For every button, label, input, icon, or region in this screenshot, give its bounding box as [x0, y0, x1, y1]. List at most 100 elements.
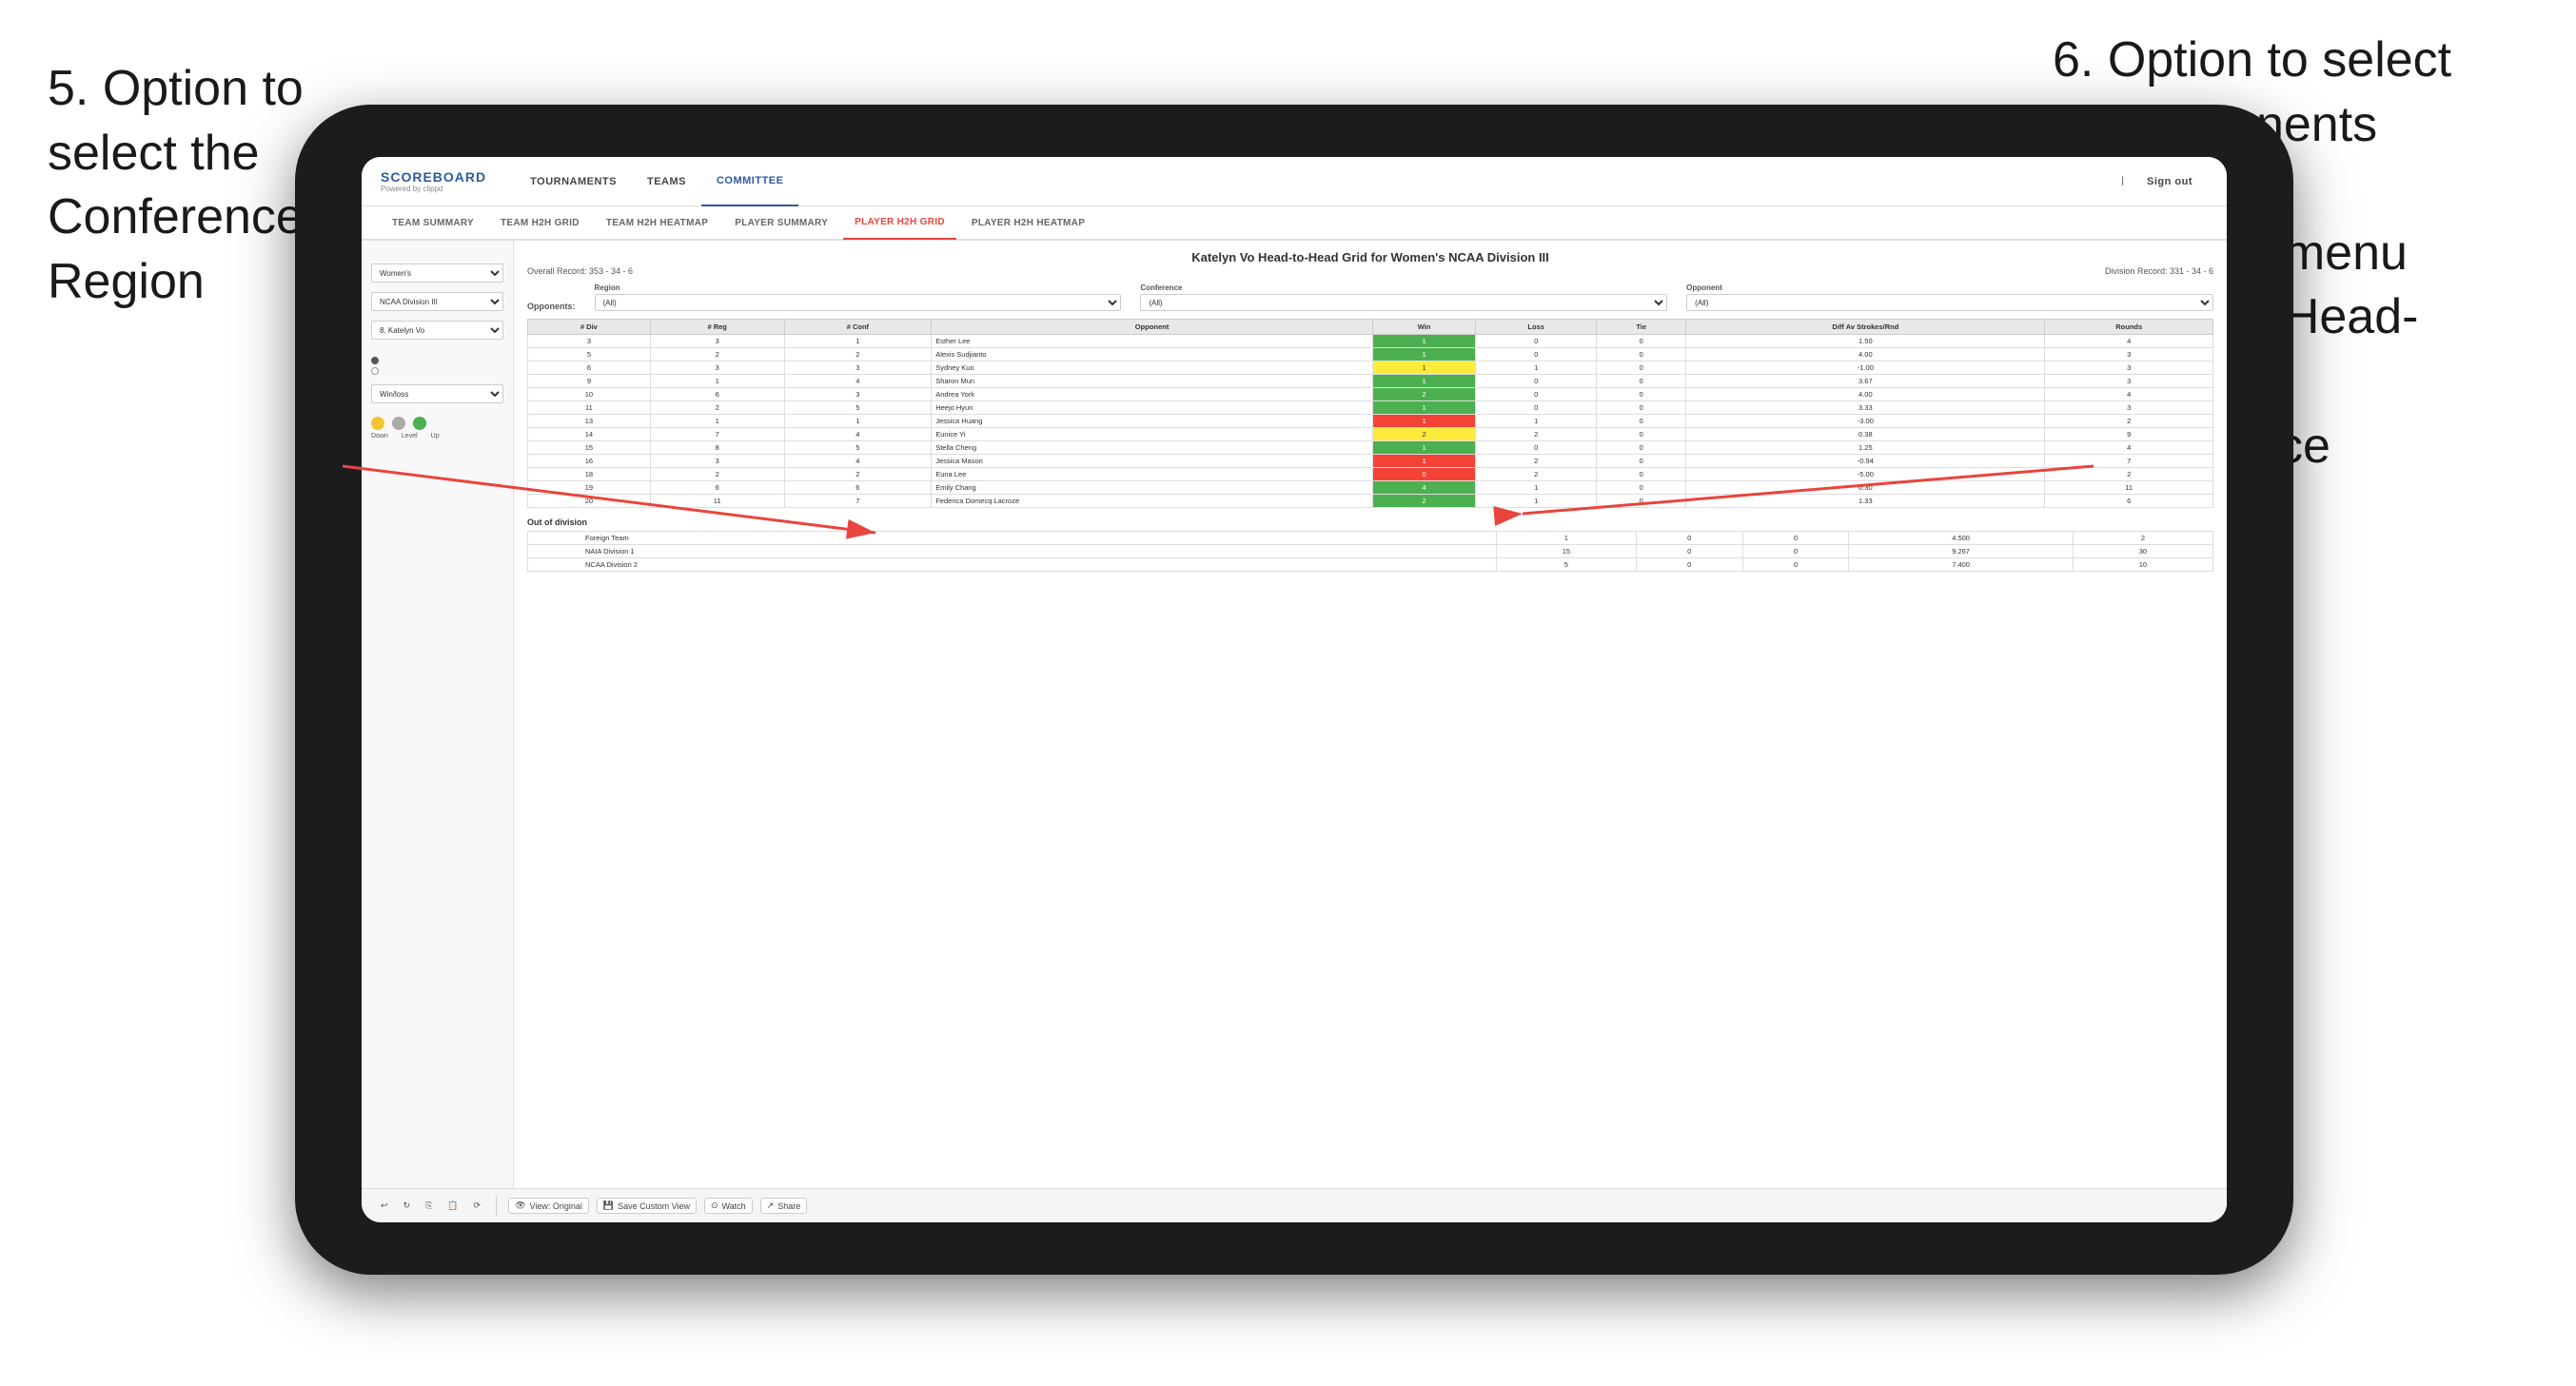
- cell-div: 18: [528, 468, 651, 481]
- redo-btn[interactable]: ↻: [400, 1199, 415, 1213]
- radio-opponents-played[interactable]: [371, 357, 503, 364]
- out-cell-diff: 9.267: [1849, 545, 2074, 558]
- division-select[interactable]: NCAA Division III: [371, 292, 503, 311]
- cell-opponent: Sydney Kuo: [932, 361, 1373, 375]
- share-btn[interactable]: ↗ Share: [760, 1198, 808, 1214]
- nav-item-teams[interactable]: TEAMS: [632, 157, 701, 206]
- table-row: 10 6 3 Andrea York 2 0 0 4.00 4: [528, 388, 2213, 401]
- cell-div: 14: [528, 428, 651, 441]
- cell-tie: 0: [1597, 428, 1686, 441]
- radio-dot-played: [371, 357, 379, 364]
- cell-conf: 1: [784, 415, 932, 428]
- cell-conf: 7: [784, 495, 932, 508]
- cell-win: 0: [1372, 468, 1475, 481]
- cell-diff: -1.00: [1686, 361, 2045, 375]
- cell-reg: 3: [650, 361, 784, 375]
- cell-win: 1: [1372, 401, 1475, 415]
- save-custom-btn[interactable]: 💾 Save Custom View: [597, 1198, 697, 1214]
- out-cell-win: 15: [1496, 545, 1636, 558]
- cell-div: 11: [528, 401, 651, 415]
- sub-nav-player-summary[interactable]: PLAYER SUMMARY: [723, 205, 839, 240]
- sub-nav-player-h2h-grid[interactable]: PLAYER H2H GRID: [843, 205, 956, 240]
- nav-item-committee[interactable]: COMMITTEE: [701, 157, 799, 206]
- table-row: 16 3 4 Jessica Mason 1 2 0 -0.94 7: [528, 455, 2213, 468]
- logo-sub: Powered by clippd: [381, 185, 486, 193]
- radio-top100[interactable]: [371, 367, 503, 375]
- cell-div: 20: [528, 495, 651, 508]
- filter-region-label: Region: [595, 283, 1122, 292]
- cell-diff: 0.38: [1686, 428, 2045, 441]
- cell-win: 1: [1372, 455, 1475, 468]
- logo-text: SCOREBOARD: [381, 169, 486, 185]
- cell-opponent: Jessica Huang: [932, 415, 1373, 428]
- sub-nav-player-h2h-heatmap[interactable]: PLAYER H2H HEATMAP: [960, 205, 1096, 240]
- paste-btn[interactable]: 📋: [443, 1199, 462, 1213]
- sign-out-button[interactable]: Sign out: [2132, 157, 2208, 206]
- cell-tie: 0: [1597, 388, 1686, 401]
- colour-section: Win/loss Down Level Up: [371, 384, 503, 439]
- refresh-btn[interactable]: ⟳: [470, 1199, 485, 1213]
- out-cell-rounds: 10: [2073, 558, 2212, 572]
- cell-diff: 1.25: [1686, 441, 2045, 455]
- nav-right: | Sign out: [2121, 157, 2208, 206]
- filter-row: Opponents: Region (All) Conference (All): [527, 283, 2213, 311]
- cell-diff: -5.00: [1686, 468, 2045, 481]
- out-table-row: NAIA Division 1 15 0 0 9.267 30: [528, 545, 2213, 558]
- cell-div: 5: [528, 348, 651, 361]
- cell-win: 1: [1372, 335, 1475, 348]
- cell-reg: 6: [650, 481, 784, 495]
- filter-opponent-label: Opponent: [1686, 283, 2213, 292]
- cell-reg: 3: [650, 335, 784, 348]
- colour-labels: Down Level Up: [371, 433, 503, 439]
- logo-area: SCOREBOARD Powered by clippd: [381, 169, 486, 193]
- table-row: 14 7 4 Eunice Yi 2 2 0 0.38 9: [528, 428, 2213, 441]
- watch-btn[interactable]: ⊙ Watch: [704, 1198, 753, 1214]
- cell-diff: 0.30: [1686, 481, 2045, 495]
- colour-dot-up: [413, 417, 426, 430]
- sub-nav-team-summary[interactable]: TEAM SUMMARY: [381, 205, 485, 240]
- overall-record: Overall Record: 353 - 34 - 6: [527, 266, 633, 276]
- cell-rounds: 2: [2045, 468, 2213, 481]
- content-header: Katelyn Vo Head-to-Head Grid for Women's…: [527, 250, 2213, 276]
- cell-rounds: 6: [2045, 495, 2213, 508]
- cell-div: 10: [528, 388, 651, 401]
- view-original-btn[interactable]: 👁 View: Original: [508, 1198, 589, 1214]
- player-rank-select[interactable]: 8. Katelyn Vo: [371, 321, 503, 340]
- col-loss: Loss: [1476, 320, 1597, 335]
- filter-region-select[interactable]: (All): [595, 294, 1122, 311]
- nav-item-tournaments[interactable]: TOURNAMENTS: [515, 157, 632, 206]
- cell-tie: 0: [1597, 415, 1686, 428]
- cell-div: 9: [528, 375, 651, 388]
- filter-opponent-select[interactable]: (All): [1686, 294, 2213, 311]
- sub-nav-team-h2h-grid[interactable]: TEAM H2H GRID: [489, 205, 591, 240]
- app-content: SCOREBOARD Powered by clippd TOURNAMENTS…: [362, 157, 2227, 1222]
- nav-items: TOURNAMENTS TEAMS COMMITTEE: [515, 157, 2121, 206]
- gender-select[interactable]: Women's: [371, 264, 503, 283]
- table-row: 3 3 1 Esther Lee 1 0 0 1.50 4: [528, 335, 2213, 348]
- colour-by-select[interactable]: Win/loss: [371, 384, 503, 403]
- cell-reg: 2: [650, 468, 784, 481]
- cell-tie: 0: [1597, 361, 1686, 375]
- cell-opponent: Esther Lee: [932, 335, 1373, 348]
- cell-win: 1: [1372, 348, 1475, 361]
- cell-div: 13: [528, 415, 651, 428]
- cell-tie: 0: [1597, 348, 1686, 361]
- cell-conf: 3: [784, 388, 932, 401]
- top-nav: SCOREBOARD Powered by clippd TOURNAMENTS…: [362, 157, 2227, 206]
- cell-tie: 0: [1597, 481, 1686, 495]
- cell-conf: 4: [784, 375, 932, 388]
- cell-tie: 0: [1597, 455, 1686, 468]
- cell-rounds: 3: [2045, 361, 2213, 375]
- table-row: 20 11 7 Federica Domecq Lacroze 2 1 0 1.…: [528, 495, 2213, 508]
- save-icon: 💾: [603, 1201, 614, 1211]
- undo-btn[interactable]: ↩: [377, 1199, 392, 1213]
- cell-win: 2: [1372, 428, 1475, 441]
- filter-conference-select[interactable]: (All): [1140, 294, 1667, 311]
- sub-nav-team-h2h-heatmap[interactable]: TEAM H2H HEATMAP: [595, 205, 719, 240]
- col-opponent: Opponent: [932, 320, 1373, 335]
- filter-opponent-group: Opponent (All): [1686, 283, 2213, 311]
- toolbar-divider-1: [496, 1197, 497, 1216]
- cell-div: 16: [528, 455, 651, 468]
- out-cell-loss: 0: [1636, 532, 1742, 545]
- copy-btn[interactable]: ⎘: [422, 1199, 436, 1213]
